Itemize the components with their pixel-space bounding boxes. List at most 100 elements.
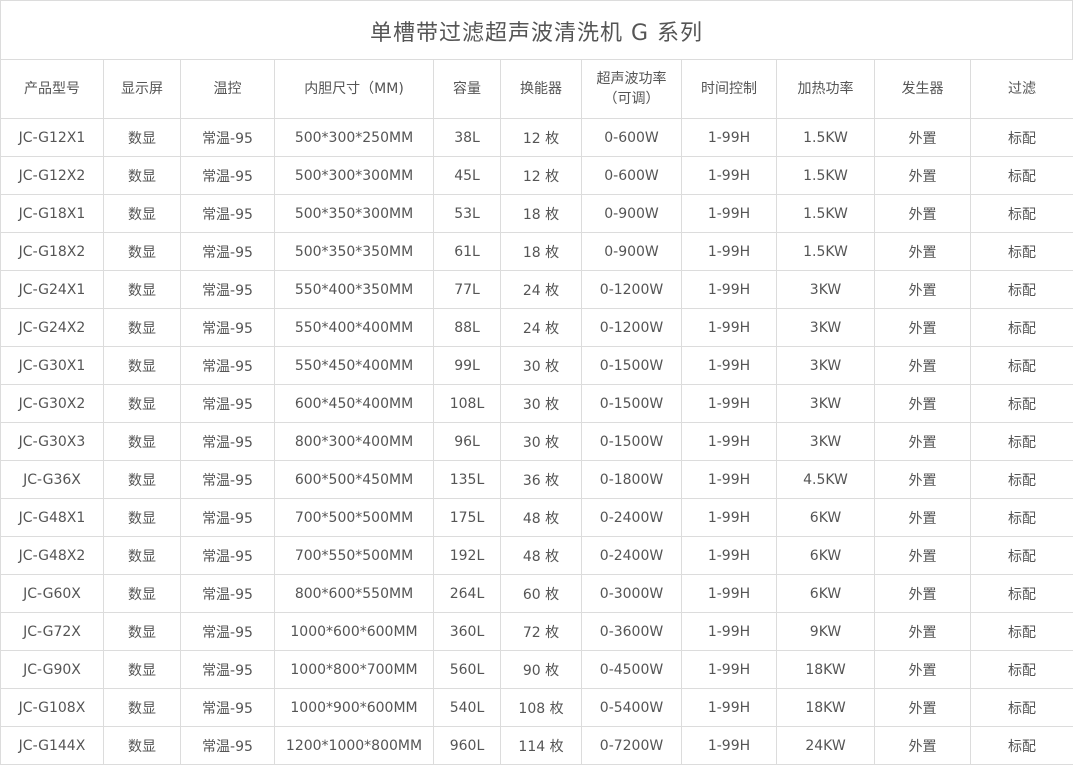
- table-cell: 1-99H: [682, 461, 777, 499]
- table-cell: 数显: [104, 461, 181, 499]
- table-cell: 外置: [875, 537, 971, 575]
- table-cell: 540L: [434, 689, 501, 727]
- table-cell: JC-G12X1: [1, 119, 104, 157]
- table-cell: 108L: [434, 385, 501, 423]
- table-row: JC-G108X数显常温-951000*900*600MM540L108 枚0-…: [1, 689, 1073, 727]
- table-cell: 18 枚: [501, 233, 582, 271]
- table-cell: 45L: [434, 157, 501, 195]
- table-cell: JC-G30X1: [1, 347, 104, 385]
- table-cell: 0-1800W: [582, 461, 682, 499]
- table-cell: 1-99H: [682, 195, 777, 233]
- table-cell: 数显: [104, 651, 181, 689]
- table-cell: 常温-95: [181, 271, 275, 309]
- table-cell: 外置: [875, 157, 971, 195]
- table-cell: 18KW: [777, 689, 875, 727]
- table-cell: 0-3000W: [582, 575, 682, 613]
- table-cell: 外置: [875, 119, 971, 157]
- table-row: JC-G30X2数显常温-95600*450*400MM108L30 枚0-15…: [1, 385, 1073, 423]
- table-cell: 外置: [875, 423, 971, 461]
- table-cell: 数显: [104, 309, 181, 347]
- table-cell: 数显: [104, 423, 181, 461]
- table-cell: 24 枚: [501, 271, 582, 309]
- table-cell: 标配: [971, 233, 1073, 271]
- table-cell: 常温-95: [181, 195, 275, 233]
- table-cell: 61L: [434, 233, 501, 271]
- table-row: JC-G24X2数显常温-95550*400*400MM88L24 枚0-120…: [1, 309, 1073, 347]
- table-cell: 外置: [875, 461, 971, 499]
- table-cell: 数显: [104, 157, 181, 195]
- table-cell: 标配: [971, 119, 1073, 157]
- table-cell: 1-99H: [682, 499, 777, 537]
- spec-table: 产品型号显示屏温控内胆尺寸（MM)容量换能器超声波功率（可调）时间控制加热功率发…: [0, 59, 1073, 765]
- table-cell: 500*350*300MM: [275, 195, 434, 233]
- table-cell: JC-G18X1: [1, 195, 104, 233]
- table-cell: 标配: [971, 613, 1073, 651]
- table-cell: 18 枚: [501, 195, 582, 233]
- table-cell: JC-G90X: [1, 651, 104, 689]
- table-cell: 外置: [875, 195, 971, 233]
- table-cell: 800*300*400MM: [275, 423, 434, 461]
- table-row: JC-G144X数显常温-951200*1000*800MM960L114 枚0…: [1, 727, 1073, 765]
- table-cell: 外置: [875, 499, 971, 537]
- table-row: JC-G48X2数显常温-95700*550*500MM192L48 枚0-24…: [1, 537, 1073, 575]
- table-cell: 3KW: [777, 271, 875, 309]
- column-header: 内胆尺寸（MM): [275, 60, 434, 119]
- table-cell: 12 枚: [501, 157, 582, 195]
- table-cell: 0-3600W: [582, 613, 682, 651]
- table-cell: 外置: [875, 613, 971, 651]
- column-header: 过滤: [971, 60, 1073, 119]
- table-cell: 6KW: [777, 575, 875, 613]
- table-cell: JC-G48X1: [1, 499, 104, 537]
- table-cell: 90 枚: [501, 651, 582, 689]
- table-cell: 36 枚: [501, 461, 582, 499]
- table-cell: 0-5400W: [582, 689, 682, 727]
- table-cell: 30 枚: [501, 347, 582, 385]
- table-cell: 1-99H: [682, 727, 777, 765]
- table-cell: 77L: [434, 271, 501, 309]
- table-cell: 数显: [104, 613, 181, 651]
- table-cell: 标配: [971, 309, 1073, 347]
- table-cell: 53L: [434, 195, 501, 233]
- table-cell: 常温-95: [181, 537, 275, 575]
- column-header: 换能器: [501, 60, 582, 119]
- table-cell: 外置: [875, 271, 971, 309]
- table-cell: 数显: [104, 689, 181, 727]
- table-cell: 外置: [875, 347, 971, 385]
- table-cell: 88L: [434, 309, 501, 347]
- table-cell: 外置: [875, 233, 971, 271]
- table-cell: 数显: [104, 119, 181, 157]
- table-cell: 48 枚: [501, 537, 582, 575]
- table-cell: 常温-95: [181, 157, 275, 195]
- table-cell: JC-G108X: [1, 689, 104, 727]
- table-cell: 800*600*550MM: [275, 575, 434, 613]
- column-header: 容量: [434, 60, 501, 119]
- table-cell: 数显: [104, 347, 181, 385]
- table-cell: 数显: [104, 727, 181, 765]
- table-cell: 9KW: [777, 613, 875, 651]
- table-cell: 外置: [875, 309, 971, 347]
- table-cell: 600*450*400MM: [275, 385, 434, 423]
- table-cell: 60 枚: [501, 575, 582, 613]
- table-cell: 0-2400W: [582, 537, 682, 575]
- table-cell: JC-G24X1: [1, 271, 104, 309]
- table-cell: 24KW: [777, 727, 875, 765]
- table-cell: 560L: [434, 651, 501, 689]
- table-cell: 常温-95: [181, 499, 275, 537]
- table-cell: 1-99H: [682, 119, 777, 157]
- table-cell: 1-99H: [682, 347, 777, 385]
- table-cell: 0-1200W: [582, 309, 682, 347]
- table-cell: 48 枚: [501, 499, 582, 537]
- column-header: 时间控制: [682, 60, 777, 119]
- table-cell: 标配: [971, 347, 1073, 385]
- table-cell: 38L: [434, 119, 501, 157]
- table-cell: JC-G72X: [1, 613, 104, 651]
- table-cell: 108 枚: [501, 689, 582, 727]
- table-cell: JC-G60X: [1, 575, 104, 613]
- table-row: JC-G90X数显常温-951000*800*700MM560L90 枚0-45…: [1, 651, 1073, 689]
- table-cell: 数显: [104, 271, 181, 309]
- table-cell: 外置: [875, 575, 971, 613]
- table-cell: 常温-95: [181, 727, 275, 765]
- table-cell: 标配: [971, 575, 1073, 613]
- table-cell: 6KW: [777, 499, 875, 537]
- table-cell: JC-G36X: [1, 461, 104, 499]
